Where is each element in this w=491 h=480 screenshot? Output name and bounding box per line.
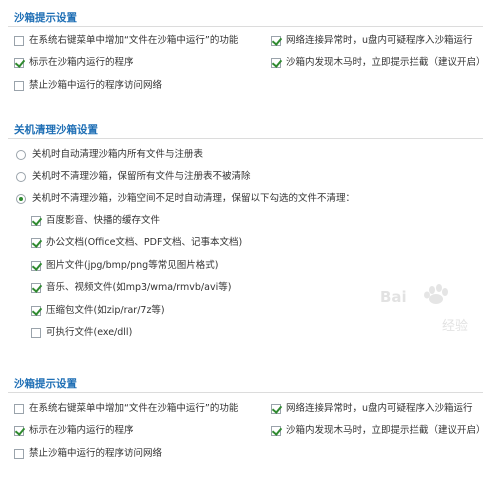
option-label: 标示在沙箱内运行的程序 (29, 57, 134, 68)
section-title-sandbox-prompt-2: 沙箱提示设置 (14, 378, 77, 390)
checkbox[interactable] (271, 58, 281, 68)
checkbox[interactable] (31, 238, 41, 248)
radio-label: 关机时不清理沙箱，保留所有文件与注册表不被清除 (32, 171, 251, 182)
section-divider (8, 26, 483, 27)
option-usb-sandbox[interactable]: 网络连接异常时，u盘内可疑程序入沙箱运行 (271, 34, 473, 48)
option-block-network-2[interactable]: 禁止沙箱中运行的程序访问网络 (14, 447, 162, 461)
checkbox[interactable] (31, 283, 41, 293)
checkbox[interactable] (271, 404, 281, 414)
checkbox[interactable] (14, 449, 24, 459)
filetype-executables[interactable]: 可执行文件(exe/dll) (31, 326, 132, 340)
option-label: 沙箱内发现木马时，立即提示拦截（建议开启） (286, 425, 486, 436)
filetype-label: 图片文件(jpg/bmp/png等常见图片格式) (46, 260, 219, 271)
radio-auto-clean[interactable]: 关机时自动清理沙箱内所有文件与注册表 (16, 148, 203, 162)
option-mark-programs-2[interactable]: 标示在沙箱内运行的程序 (14, 424, 134, 438)
checkbox[interactable] (31, 328, 41, 338)
radio-label: 关机时自动清理沙箱内所有文件与注册表 (32, 149, 204, 160)
option-label: 网络连接异常时，u盘内可疑程序入沙箱运行 (286, 35, 473, 46)
option-label: 在系统右键菜单中增加“文件在沙箱中运行”的功能 (29, 35, 239, 46)
watermark-text-top: Bai (380, 288, 407, 306)
option-label: 禁止沙箱中运行的程序访问网络 (29, 80, 163, 91)
section-divider (8, 392, 483, 393)
filetype-media-cache[interactable]: 百度影音、快播的缓存文件 (31, 214, 160, 228)
radio-keep-selected[interactable]: 关机时不清理沙箱，沙箱空间不足时自动清理，保留以下勾选的文件不清理： (16, 192, 355, 206)
option-label: 沙箱内发现木马时，立即提示拦截（建议开启） (286, 57, 486, 68)
section-divider (8, 138, 483, 139)
filetype-office-docs[interactable]: 办公文档(Office文档、PDF文档、记事本文档) (31, 236, 242, 250)
option-trojan-alert[interactable]: 沙箱内发现木马时，立即提示拦截（建议开启） (271, 56, 486, 70)
checkbox[interactable] (14, 426, 24, 436)
radio-button[interactable] (16, 150, 26, 160)
watermark-text-bottom: 经验 (442, 318, 468, 334)
checkbox[interactable] (14, 81, 24, 91)
filetype-audio-video[interactable]: 音乐、视频文件(如mp3/wma/rmvb/avi等) (31, 281, 231, 295)
option-trojan-alert-2[interactable]: 沙箱内发现木马时，立即提示拦截（建议开启） (271, 424, 486, 438)
radio-button[interactable] (16, 194, 26, 204)
checkbox[interactable] (14, 36, 24, 46)
checkbox[interactable] (31, 261, 41, 271)
filetype-label: 可执行文件(exe/dll) (46, 327, 133, 338)
checkbox[interactable] (14, 58, 24, 68)
option-label: 标示在沙箱内运行的程序 (29, 425, 134, 436)
radio-label: 关机时不清理沙箱，沙箱空间不足时自动清理，保留以下勾选的文件不清理： (32, 193, 356, 204)
option-context-menu-2[interactable]: 在系统右键菜单中增加“文件在沙箱中运行”的功能 (14, 402, 238, 416)
checkbox[interactable] (31, 306, 41, 316)
checkbox[interactable] (271, 36, 281, 46)
filetype-label: 百度影音、快播的缓存文件 (46, 215, 161, 226)
checkbox[interactable] (14, 404, 24, 414)
filetype-label: 压缩包文件(如zip/rar/7z等) (46, 305, 165, 316)
option-block-network[interactable]: 禁止沙箱中运行的程序访问网络 (14, 79, 162, 93)
baidu-paw-icon (424, 284, 448, 304)
checkbox[interactable] (31, 216, 41, 226)
checkbox[interactable] (271, 426, 281, 436)
option-label: 在系统右键菜单中增加“文件在沙箱中运行”的功能 (29, 403, 239, 414)
option-usb-sandbox-2[interactable]: 网络连接异常时，u盘内可疑程序入沙箱运行 (271, 402, 473, 416)
option-context-menu[interactable]: 在系统右键菜单中增加“文件在沙箱中运行”的功能 (14, 34, 238, 48)
filetype-archives[interactable]: 压缩包文件(如zip/rar/7z等) (31, 304, 165, 318)
section-title-sandbox-prompt: 沙箱提示设置 (14, 12, 77, 24)
filetype-images[interactable]: 图片文件(jpg/bmp/png等常见图片格式) (31, 259, 218, 273)
section-title-shutdown-clean: 关机清理沙箱设置 (14, 124, 98, 136)
option-label: 禁止沙箱中运行的程序访问网络 (29, 448, 163, 459)
baidu-jingyan-watermark: Bai 经验 (380, 284, 468, 334)
filetype-label: 音乐、视频文件(如mp3/wma/rmvb/avi等) (46, 282, 232, 293)
option-label: 网络连接异常时，u盘内可疑程序入沙箱运行 (286, 403, 473, 414)
filetype-label: 办公文档(Office文档、PDF文档、记事本文档) (46, 237, 243, 248)
radio-keep-all[interactable]: 关机时不清理沙箱，保留所有文件与注册表不被清除 (16, 170, 251, 184)
radio-button[interactable] (16, 172, 26, 182)
option-mark-programs[interactable]: 标示在沙箱内运行的程序 (14, 56, 134, 70)
